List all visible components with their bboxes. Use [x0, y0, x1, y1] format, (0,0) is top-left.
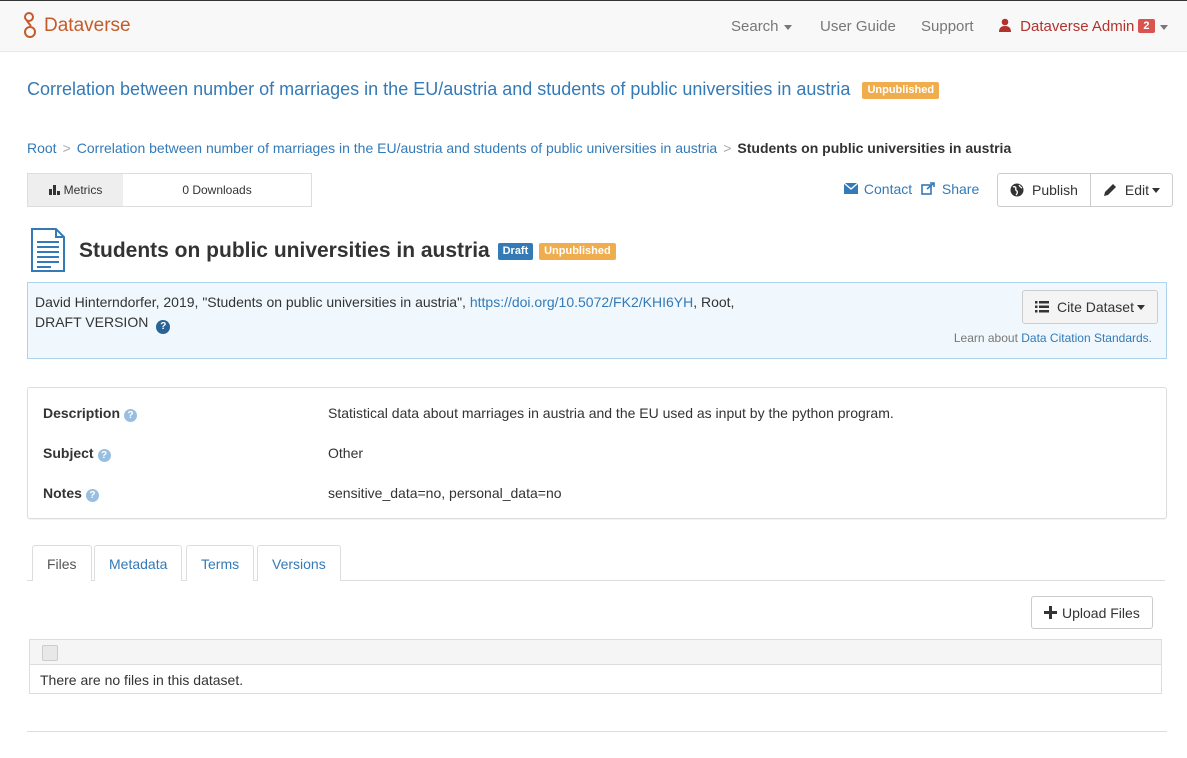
brand-name: Dataverse	[44, 15, 131, 36]
dataverse-title: Correlation between number of marriages …	[27, 79, 940, 100]
user-menu[interactable]: Dataverse Admin 2	[998, 18, 1168, 35]
tab-terms[interactable]: Terms	[186, 545, 255, 581]
learn-about-text: Learn about	[953, 331, 1018, 345]
metadata-row-subject: Subject? Other	[43, 445, 1153, 465]
question-mark-icon[interactable]: ?	[156, 320, 171, 334]
support-link[interactable]: Support	[921, 18, 974, 35]
metadata-key: Subject?	[43, 445, 111, 462]
contact-label: Contact	[863, 181, 913, 197]
citation-authors: David Hinterndorfer, 2019, "Students on …	[35, 294, 466, 310]
breadcrumb-separator: >	[723, 140, 732, 156]
cite-dataset-button[interactable]: Cite Dataset	[1021, 290, 1158, 324]
edit-label: Edit	[1124, 182, 1150, 198]
user-name: Dataverse Admin	[1020, 18, 1135, 35]
chevron-down-icon	[1159, 24, 1168, 30]
metrics-label: Metrics	[28, 174, 123, 206]
globe-icon	[1010, 182, 1032, 198]
upload-files-label: Upload Files	[1062, 604, 1140, 621]
breadcrumb-root[interactable]: Root	[27, 140, 57, 156]
draft-badge: Draft	[497, 243, 534, 260]
citation-doi-link[interactable]: https://doi.org/10.5072/FK2/KHI6YH	[470, 294, 693, 310]
select-all-checkbox[interactable]	[42, 645, 58, 661]
envelope-icon	[843, 181, 864, 197]
metadata-value: sensitive_data=no, personal_data=no	[328, 485, 562, 501]
citation-standards-note: Learn about Data Citation Standards.	[954, 331, 1152, 345]
tab-metadata[interactable]: Metadata	[94, 545, 183, 581]
chevron-down-icon	[1137, 304, 1145, 310]
metrics-label-text: Metrics	[63, 183, 103, 197]
unpublished-badge: Unpublished	[539, 243, 616, 260]
user-icon	[998, 18, 1020, 35]
metadata-value: Statistical data about marriages in aust…	[328, 405, 894, 421]
breadcrumb-parent[interactable]: Correlation between number of marriages …	[77, 140, 717, 156]
tab-files[interactable]: Files	[32, 545, 92, 581]
dataset-actions-group: Publish Edit	[997, 173, 1174, 207]
brand-logo-link[interactable]: Dataverse	[22, 11, 131, 41]
plus-icon	[1044, 605, 1062, 621]
metadata-row-notes: Notes? sensitive_data=no, personal_data=…	[43, 485, 1153, 505]
metrics-box: Metrics 0 Downloads	[27, 173, 312, 207]
unpublished-badge: Unpublished	[862, 81, 940, 99]
metadata-summary-panel: Description? Statistical data about marr…	[27, 387, 1167, 519]
question-mark-icon[interactable]: ?	[124, 409, 138, 422]
edit-dropdown-button[interactable]: Edit	[1089, 173, 1174, 207]
publish-label: Publish	[1032, 182, 1078, 198]
files-empty-message: There are no files in this dataset.	[40, 672, 244, 688]
share-link[interactable]: Share	[921, 181, 979, 197]
downloads-count: 0 Downloads	[182, 183, 252, 197]
data-citation-standards-link[interactable]: Data Citation Standards.	[1021, 331, 1152, 345]
files-table: There are no files in this dataset.	[29, 639, 1162, 694]
dataverse-logo-icon	[22, 11, 38, 42]
metadata-key: Description?	[43, 405, 138, 422]
pencil-icon	[1103, 182, 1125, 198]
dataset-title: Students on public universities in austr…	[79, 239, 616, 263]
share-icon	[921, 181, 942, 197]
citation-version: DRAFT VERSION	[35, 314, 149, 330]
footer-divider	[27, 731, 1167, 732]
metadata-value: Other	[328, 445, 364, 461]
dataset-title-text: Students on public universities in austr…	[79, 239, 490, 262]
metadata-row-description: Description? Statistical data about marr…	[43, 405, 1153, 425]
breadcrumb-separator: >	[62, 140, 71, 156]
search-menu-label: Search	[731, 18, 779, 35]
upload-files-button[interactable]: Upload Files	[1031, 596, 1153, 629]
dataverse-title-link[interactable]: Correlation between number of marriages …	[27, 79, 850, 99]
user-guide-link[interactable]: User Guide	[820, 18, 896, 35]
question-mark-icon[interactable]: ?	[85, 489, 99, 502]
breadcrumb: Root > Correlation between number of marri…	[27, 140, 1011, 156]
metadata-key: Notes?	[43, 485, 99, 502]
bar-chart-icon	[48, 183, 64, 197]
breadcrumb-current: Students on public universities in austr…	[737, 140, 1012, 156]
share-label: Share	[941, 181, 980, 197]
list-icon	[1034, 299, 1057, 315]
chevron-down-icon	[1152, 187, 1161, 193]
dataset-document-icon	[30, 228, 66, 275]
citation-box: David Hinterndorfer, 2019, "Students on …	[27, 282, 1167, 359]
notification-badge: 2	[1138, 19, 1155, 33]
search-menu[interactable]: Search	[731, 18, 792, 35]
cite-dataset-label: Cite Dataset	[1056, 299, 1134, 315]
files-table-header	[30, 640, 1161, 665]
tab-versions[interactable]: Versions	[257, 545, 341, 581]
navbar: Dataverse Search User Guide Support Data…	[0, 0, 1187, 52]
contact-link[interactable]: Contact	[843, 181, 913, 197]
publish-button[interactable]: Publish	[997, 173, 1091, 207]
question-mark-icon[interactable]: ?	[97, 449, 111, 462]
chevron-down-icon	[783, 24, 792, 30]
citation-text: David Hinterndorfer, 2019, "Students on …	[35, 292, 734, 334]
citation-suffix: , Root,	[693, 294, 735, 310]
